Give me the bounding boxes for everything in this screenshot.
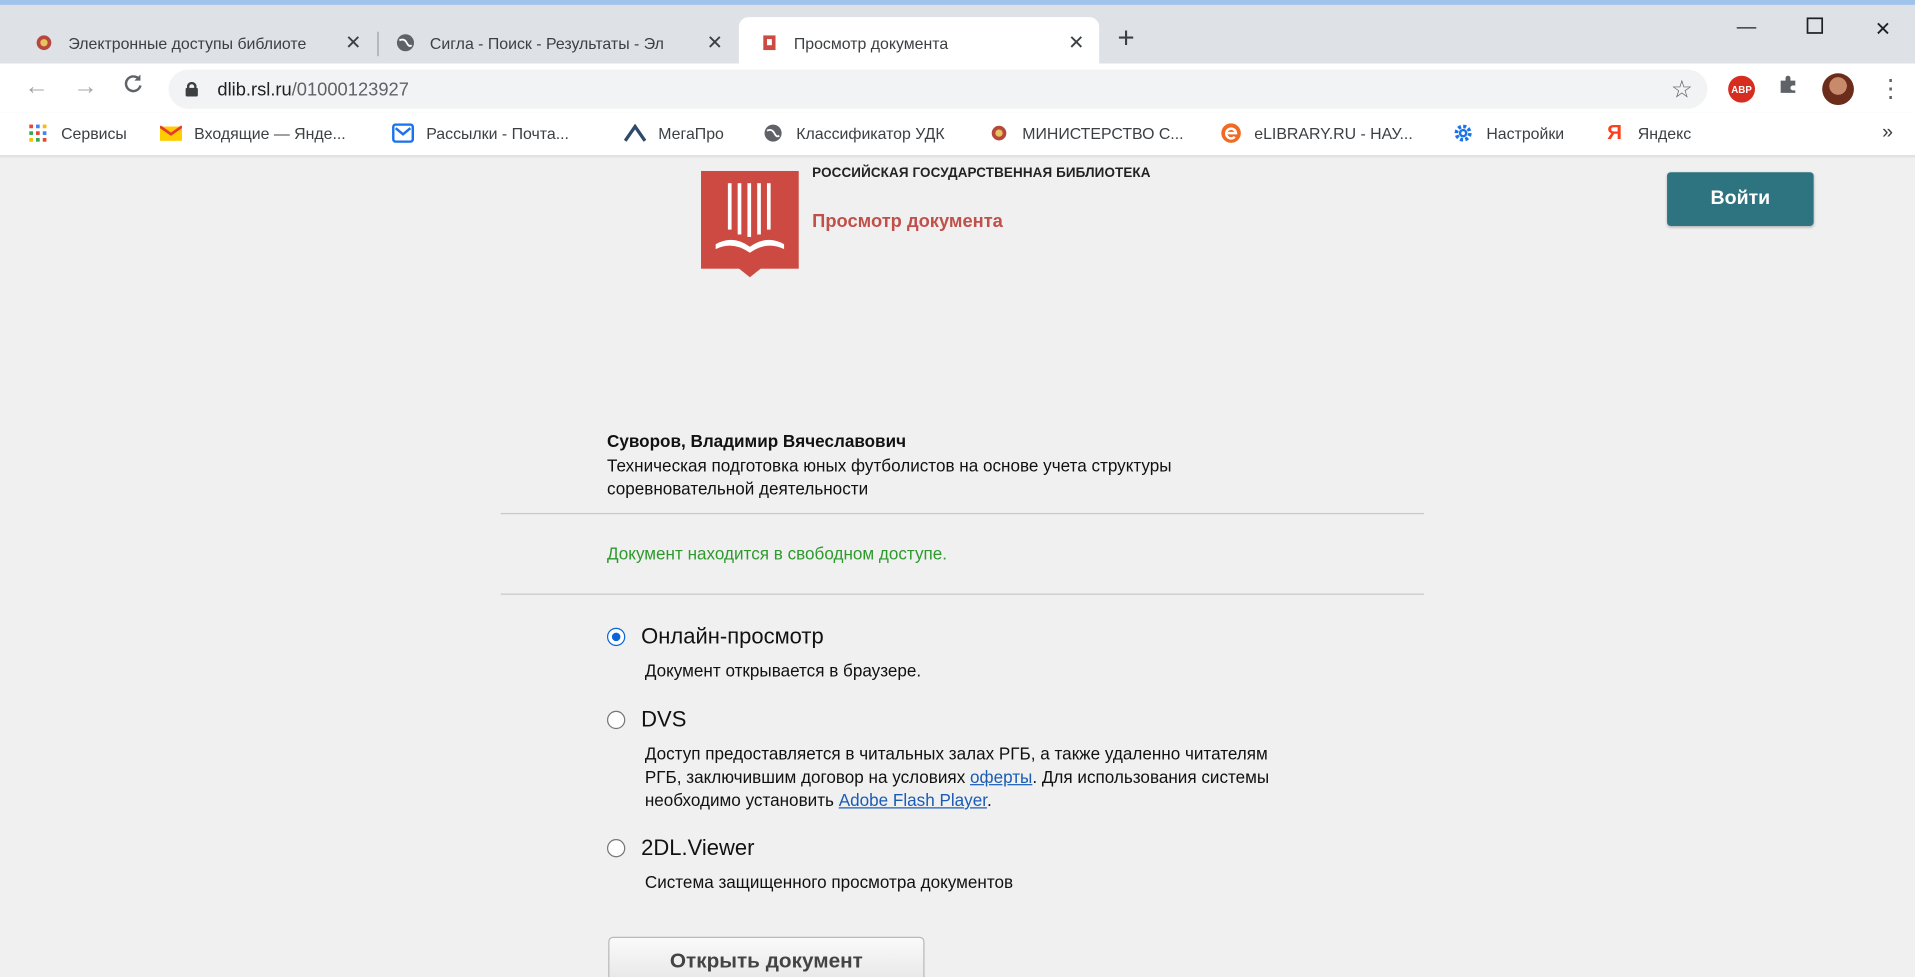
maximize-icon[interactable] [1806, 17, 1824, 40]
radio-online-view[interactable] [606, 627, 626, 647]
address-bar[interactable]: dlib.rsl.ru/01000123927 ☆ [168, 69, 1708, 109]
rsl-logo [701, 170, 799, 269]
url-path: /01000123927 [291, 78, 409, 100]
divider [500, 593, 1425, 595]
rsl-favicon-icon [760, 33, 780, 53]
bookmark-label: МИНИСТЕРСТВО С... [1022, 123, 1184, 143]
yandex-mail-icon [159, 122, 182, 144]
option-description: Доступ предоставляется в читальных залах… [645, 743, 1280, 813]
yandex-icon: Я [1607, 120, 1623, 145]
option-description: Документ открывается в браузере. [644, 660, 922, 681]
bookmark-label: Сервисы [61, 123, 127, 143]
close-window-icon[interactable]: ✕ [1875, 17, 1891, 41]
desc-text: . [986, 790, 992, 810]
radio-dvs[interactable] [606, 710, 626, 730]
bookmark-services[interactable]: Сервисы [27, 122, 127, 144]
back-arrow-icon[interactable]: ← [24, 73, 48, 100]
tab-strip: Электронные доступы библиоте ✕ Сигла - П… [0, 0, 1915, 69]
apps-grid-icon [27, 122, 49, 144]
bookmark-label: Классификатор УДК [796, 123, 945, 143]
elibrary-icon [1220, 122, 1242, 144]
new-tab-button[interactable]: + [1117, 24, 1134, 53]
library-name: РОССИЙСКАЯ ГОСУДАРСТВЕННАЯ БИБЛИОТЕКА [812, 166, 1151, 181]
option-label[interactable]: 2DL.Viewer [641, 835, 754, 861]
bookmark-label: Настройки [1486, 123, 1565, 143]
option-online-view[interactable]: Онлайн-просмотр [606, 624, 824, 650]
bookmark-label: МегаПро [658, 123, 724, 143]
bookmark-label: Входящие — Янде... [194, 123, 346, 143]
open-document-button[interactable]: Открыть документ [608, 936, 925, 977]
emblem-icon [988, 122, 1010, 144]
logo-notch [737, 267, 763, 278]
close-tab-icon[interactable]: ✕ [1068, 31, 1084, 55]
gear-icon [1452, 122, 1474, 144]
tab-electronic-access[interactable]: Электронные доступы библиоте ✕ [34, 17, 376, 68]
offer-link[interactable]: оферты [970, 767, 1032, 787]
close-tab-icon[interactable]: ✕ [345, 31, 361, 55]
access-status: Документ находится в свободном доступе. [606, 543, 948, 564]
radio-2dl-viewer[interactable] [606, 839, 626, 858]
mail-icon [392, 122, 415, 144]
login-button[interactable]: Войти [1667, 172, 1814, 226]
bookmark-label: Рассылки - Почта... [426, 123, 569, 143]
menu-kebab-icon[interactable]: ⋮ [1878, 73, 1902, 104]
emblem-icon [34, 33, 54, 53]
bookmark-elibrary[interactable]: eLIBRARY.RU - НАУ... [1220, 122, 1413, 144]
bookmark-inbox[interactable]: Входящие — Янде... [159, 122, 346, 144]
close-tab-icon[interactable]: ✕ [707, 31, 723, 55]
tab-sigla-search[interactable]: Сигла - Поиск - Результаты - Эл ✕ [396, 17, 738, 68]
profile-avatar[interactable] [1822, 73, 1854, 106]
adblock-extension-icon[interactable]: ABP [1728, 75, 1756, 103]
bookmarks-overflow-button[interactable]: » [1882, 122, 1893, 144]
browser-toolbar: ← → dlib.rsl.ru/01000123927 ☆ ABP ⋮ [0, 63, 1915, 113]
globe-icon [762, 122, 784, 144]
option-label[interactable]: Онлайн-просмотр [641, 624, 824, 650]
minimize-icon[interactable]: — [1737, 17, 1757, 39]
bookmark-label: Яндекс [1637, 123, 1692, 143]
reload-icon[interactable] [122, 73, 144, 101]
tab-divider [377, 31, 379, 57]
tab-title: Просмотр документа [793, 33, 949, 52]
bookmark-star-icon[interactable]: ☆ [1671, 74, 1693, 105]
option-2dl-viewer[interactable]: 2DL.Viewer [606, 835, 754, 861]
extensions-puzzle-icon[interactable] [1777, 73, 1799, 101]
option-dvs[interactable]: DVS [606, 707, 686, 733]
url-host: dlib.rsl.ru [217, 78, 292, 100]
document-author: Суворов, Владимир Вячеславович [606, 431, 907, 451]
bookmarks-bar: Сервисы Входящие — Янде... Рассылки - По… [0, 112, 1915, 157]
bookmark-mailings[interactable]: Рассылки - Почта... [392, 122, 569, 144]
bookmark-udc[interactable]: Классификатор УДК [762, 122, 945, 144]
option-label[interactable]: DVS [641, 707, 686, 733]
bookmark-label: eLIBRARY.RU - НАУ... [1254, 123, 1413, 143]
globe-icon [396, 33, 416, 53]
document-title: Техническая подготовка юных футболистов … [606, 455, 1172, 499]
lock-icon [185, 81, 198, 97]
tab-title: Электронные доступы библиоте [68, 33, 307, 52]
megapro-icon [624, 122, 647, 144]
tab-document-view[interactable]: Просмотр документа ✕ [738, 17, 1100, 69]
bookmark-ministry[interactable]: МИНИСТЕРСТВО С... [988, 122, 1184, 144]
option-description: Система защищенного просмотра документов [644, 872, 1014, 892]
tab-title: Сигла - Поиск - Результаты - Эл [429, 33, 664, 52]
page-title: Просмотр документа [812, 211, 1003, 233]
bookmark-settings[interactable]: Настройки [1452, 122, 1564, 144]
flash-player-link[interactable]: Adobe Flash Player [839, 790, 987, 810]
divider [500, 512, 1425, 515]
page-content: РОССИЙСКАЯ ГОСУДАРСТВЕННАЯ БИБЛИОТЕКА Пр… [0, 157, 1915, 977]
bookmark-megapro[interactable]: МегаПро [624, 122, 724, 144]
bookmark-yandex[interactable]: Я Яндекс [1604, 120, 1692, 145]
forward-arrow-icon[interactable]: → [73, 73, 97, 100]
